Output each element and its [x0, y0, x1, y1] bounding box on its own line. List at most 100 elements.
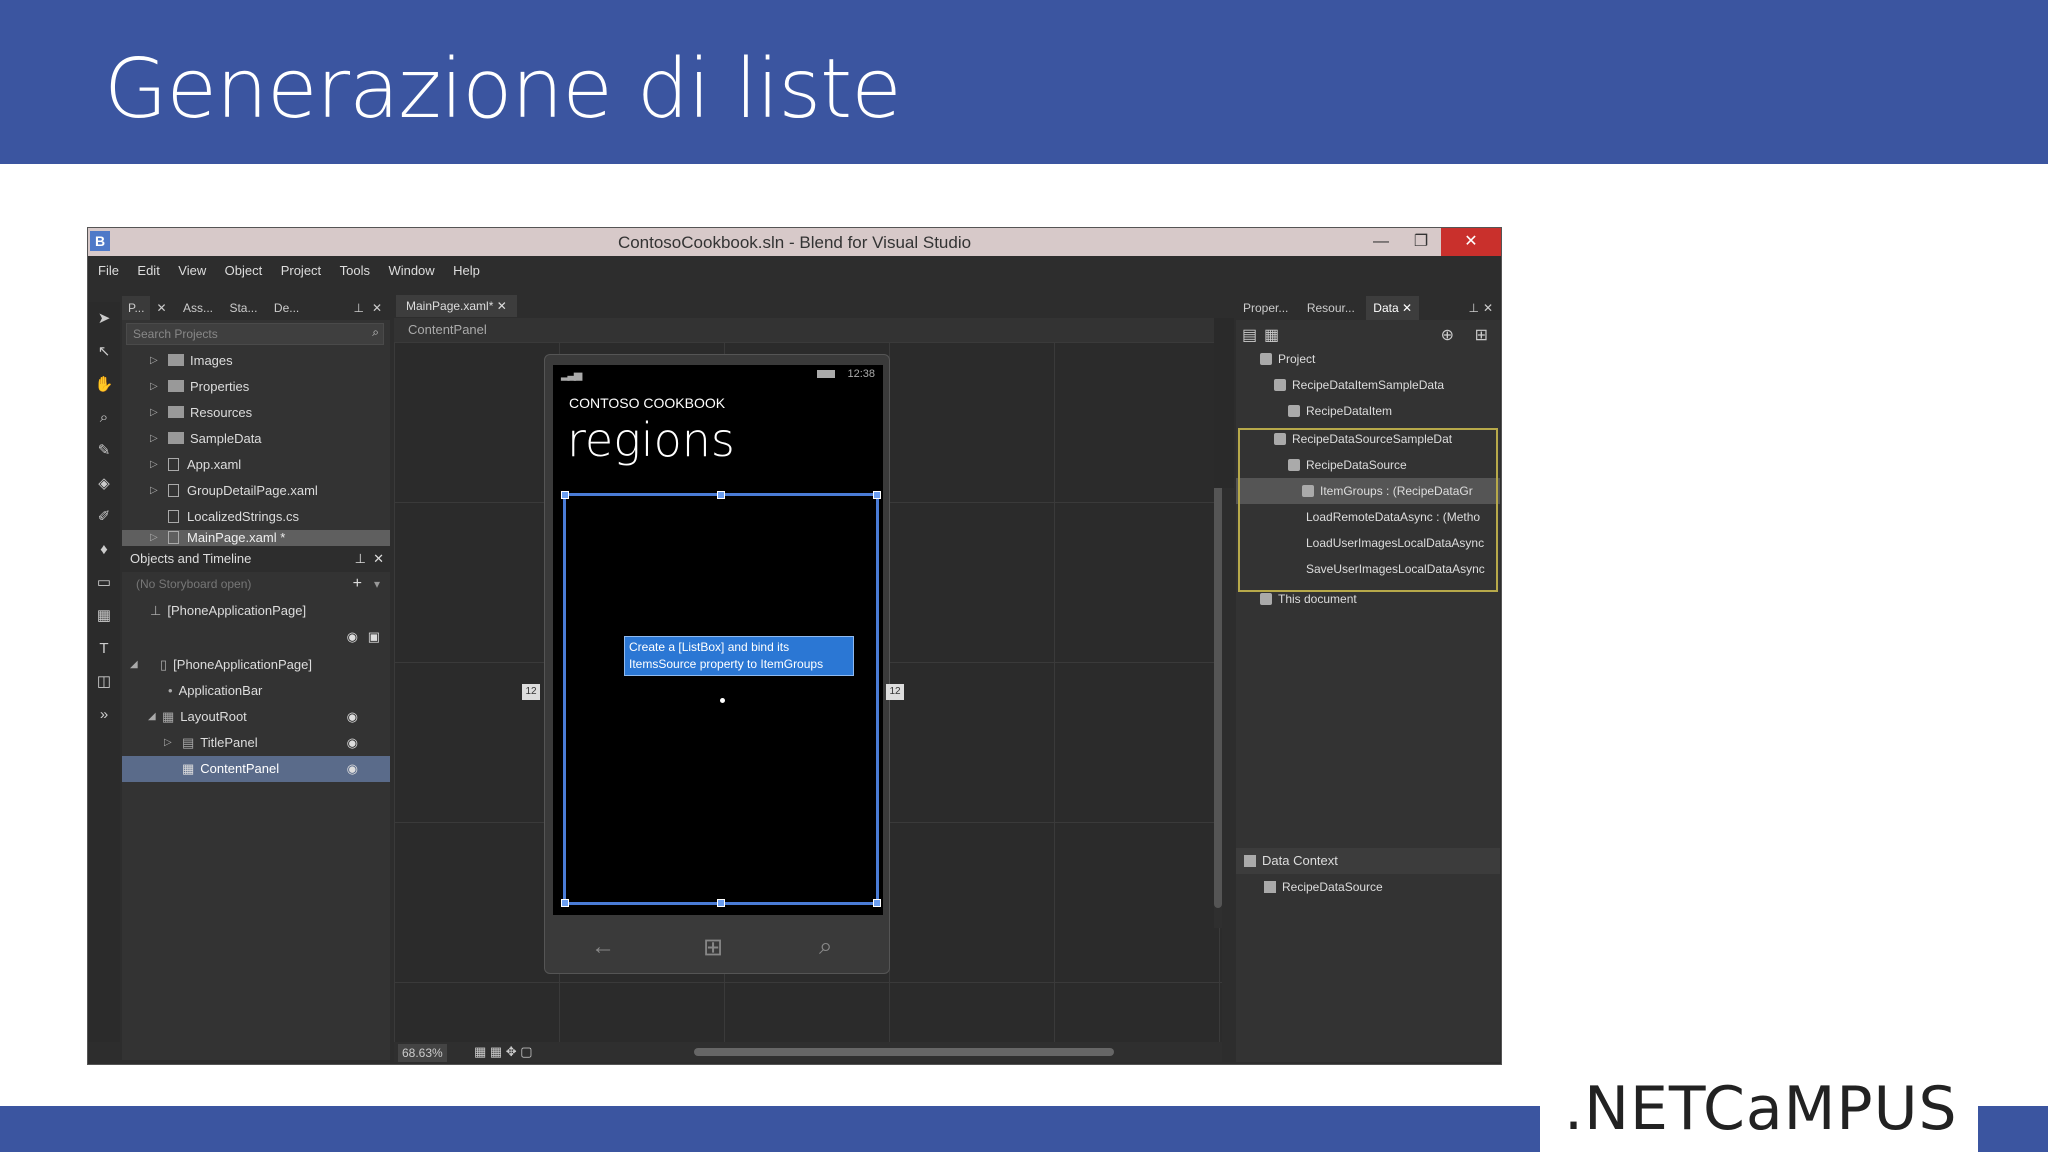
- data-item-recipedataitem[interactable]: RecipeDataItem: [1236, 398, 1500, 424]
- tab-resources[interactable]: Resour...: [1300, 296, 1362, 320]
- restore-button[interactable]: ❐: [1401, 228, 1441, 256]
- resize-handle[interactable]: [717, 491, 725, 499]
- assets-tool-icon[interactable]: »: [88, 698, 120, 731]
- folder-icon: [168, 432, 184, 444]
- data-this-document-node[interactable]: This document: [1236, 586, 1500, 612]
- contentpanel-selection[interactable]: Create a [ListBox] and bind its ItemsSou…: [561, 491, 881, 907]
- close-panel-icon[interactable]: ✕: [373, 551, 384, 567]
- close-tab-icon[interactable]: ✕: [150, 296, 172, 320]
- margin-left-indicator[interactable]: 12: [522, 684, 540, 700]
- resize-handle[interactable]: [561, 491, 569, 499]
- tree-item-groupdetailpage[interactable]: ▷ GroupDetailPage.xaml: [122, 478, 390, 504]
- grid-icon: ▦: [182, 761, 195, 776]
- data-item-itemgroups[interactable]: ItemGroups : (RecipeDataGr: [1236, 478, 1500, 504]
- close-button[interactable]: ✕: [1441, 228, 1501, 256]
- data-item-recipedatasourcesampledata[interactable]: RecipeDataSourceSampleDat: [1236, 426, 1500, 452]
- resize-handle[interactable]: [873, 491, 881, 499]
- grid-toggle-icon[interactable]: ▦ ▦ ✥ ▢: [474, 1044, 533, 1060]
- brush-tool-icon[interactable]: ♦: [88, 533, 120, 566]
- add-storyboard-icon[interactable]: +: [353, 575, 362, 593]
- menu-object[interactable]: Object: [225, 263, 263, 278]
- resize-handle[interactable]: [873, 899, 881, 907]
- resize-handle[interactable]: [717, 899, 725, 907]
- menu-file[interactable]: File: [98, 263, 119, 278]
- data-item-recipedataitemsampledata[interactable]: RecipeDataItemSampleData: [1236, 372, 1500, 398]
- selection-tool-icon[interactable]: ➤: [88, 302, 120, 335]
- tab-data[interactable]: Data ✕: [1366, 296, 1420, 320]
- pin-icon[interactable]: ⊥: [355, 551, 366, 567]
- menu-tools[interactable]: Tools: [340, 263, 370, 278]
- margin-right-indicator[interactable]: 12: [886, 684, 904, 700]
- data-project-node[interactable]: Project: [1236, 346, 1500, 372]
- object-phoneapplicationpage[interactable]: ◢ ▯ [PhoneApplicationPage]: [122, 652, 390, 678]
- menu-view[interactable]: View: [178, 263, 206, 278]
- horizontal-scroll-thumb[interactable]: [694, 1048, 1114, 1056]
- search-projects-placeholder: Search Projects: [133, 327, 218, 341]
- menu-help[interactable]: Help: [453, 263, 480, 278]
- paint-bucket-tool-icon[interactable]: ◈: [88, 467, 120, 500]
- details-mode-icon[interactable]: ▦: [1264, 325, 1279, 345]
- breadcrumb[interactable]: ContentPanel: [394, 318, 1222, 342]
- tab-properties[interactable]: Proper...: [1236, 296, 1295, 320]
- minimize-button[interactable]: —: [1361, 228, 1401, 256]
- tree-item-properties[interactable]: ▷ Properties: [122, 374, 390, 400]
- menu-bar: File Edit View Object Project Tools Wind…: [88, 256, 1501, 284]
- import-data-icon[interactable]: ⊞: [1475, 325, 1488, 345]
- database-icon: [1260, 593, 1272, 605]
- grid-icon: ▦: [162, 709, 175, 724]
- tree-item-localizedstrings[interactable]: LocalizedStrings.cs: [122, 504, 390, 530]
- close-tab-icon[interactable]: ✕: [497, 299, 507, 313]
- direct-selection-tool-icon[interactable]: ↖: [88, 335, 120, 368]
- text-tool-icon[interactable]: T: [88, 632, 120, 665]
- object-contentpanel[interactable]: ▦ ContentPanel ◉: [122, 756, 390, 782]
- data-context-item[interactable]: RecipeDataSource: [1236, 874, 1500, 900]
- tab-states[interactable]: Sta...: [223, 296, 263, 320]
- lock-icon[interactable]: ▣: [368, 624, 380, 650]
- close-panel-icon[interactable]: ✕: [1476, 296, 1500, 320]
- object-applicationbar[interactable]: • ApplicationBar: [122, 678, 390, 704]
- vertical-scroll-thumb[interactable]: [1214, 448, 1222, 908]
- eye-icon[interactable]: ◉: [347, 704, 358, 730]
- tab-mainpage-xaml[interactable]: MainPage.xaml* ✕: [396, 295, 517, 317]
- grid-tool-icon[interactable]: ▦: [88, 599, 120, 632]
- data-item-recipedatasource[interactable]: RecipeDataSource: [1236, 452, 1500, 478]
- eye-icon[interactable]: ◉: [347, 730, 358, 756]
- root-page-node[interactable]: ⊥ [PhoneApplicationPage]: [122, 598, 390, 624]
- class-icon: [1288, 405, 1300, 417]
- resize-handle[interactable]: [561, 899, 569, 907]
- tab-assets[interactable]: Ass...: [177, 296, 219, 320]
- data-item-loadremotedataasync[interactable]: LoadRemoteDataAsync : (Metho: [1236, 504, 1500, 530]
- pen-tool-icon[interactable]: ✐: [88, 500, 120, 533]
- eye-icon[interactable]: ◉: [347, 624, 358, 650]
- list-mode-icon[interactable]: ▤: [1242, 325, 1257, 345]
- zoom-tool-icon[interactable]: ⌕: [88, 401, 120, 434]
- chevron-down-icon[interactable]: ▾: [374, 577, 380, 591]
- search-icon: ⌕: [819, 933, 833, 960]
- rectangle-tool-icon[interactable]: ▭: [88, 566, 120, 599]
- tab-device[interactable]: De...: [268, 296, 305, 320]
- controls-tool-icon[interactable]: ◫: [88, 665, 120, 698]
- eye-icon[interactable]: ◉: [347, 756, 358, 782]
- tab-projects[interactable]: P...: [122, 296, 151, 320]
- eyedropper-tool-icon[interactable]: ✎: [88, 434, 120, 467]
- tree-item-resources[interactable]: ▷ Resources: [122, 400, 390, 426]
- zoom-level[interactable]: 68.63%: [398, 1044, 447, 1062]
- artboard[interactable]: ▂▃▅ 12:38 CONTOSO COOKBOOK regions Creat…: [394, 342, 1222, 1042]
- tree-item-sampledata[interactable]: ▷ SampleData: [122, 426, 390, 452]
- menu-edit[interactable]: Edit: [137, 263, 159, 278]
- object-layoutroot[interactable]: ◢ ▦ LayoutRoot ◉: [122, 704, 390, 730]
- close-panel-icon[interactable]: ✕: [366, 296, 388, 320]
- menu-project[interactable]: Project: [281, 263, 321, 278]
- search-projects-input[interactable]: Search Projects ⌕: [126, 323, 384, 345]
- tree-item-app-xaml[interactable]: ▷ App.xaml: [122, 452, 390, 478]
- create-data-source-icon[interactable]: ⊕: [1441, 325, 1454, 345]
- data-item-saveuserimageslocaldataasync[interactable]: SaveUserImagesLocalDataAsync: [1236, 556, 1500, 582]
- pan-tool-icon[interactable]: ✋: [88, 368, 120, 401]
- data-item-loaduserimageslocaldataasync[interactable]: LoadUserImagesLocalDataAsync: [1236, 530, 1500, 556]
- tree-item-mainpage[interactable]: ▷ MainPage.xaml *: [122, 530, 390, 546]
- close-tab-icon[interactable]: ✕: [1402, 301, 1412, 315]
- tree-item-images[interactable]: ▷ Images: [122, 348, 390, 374]
- storyboard-status: (No Storyboard open): [136, 577, 252, 591]
- object-titlepanel[interactable]: ▷ ▤ TitlePanel ◉: [122, 730, 390, 756]
- menu-window[interactable]: Window: [388, 263, 434, 278]
